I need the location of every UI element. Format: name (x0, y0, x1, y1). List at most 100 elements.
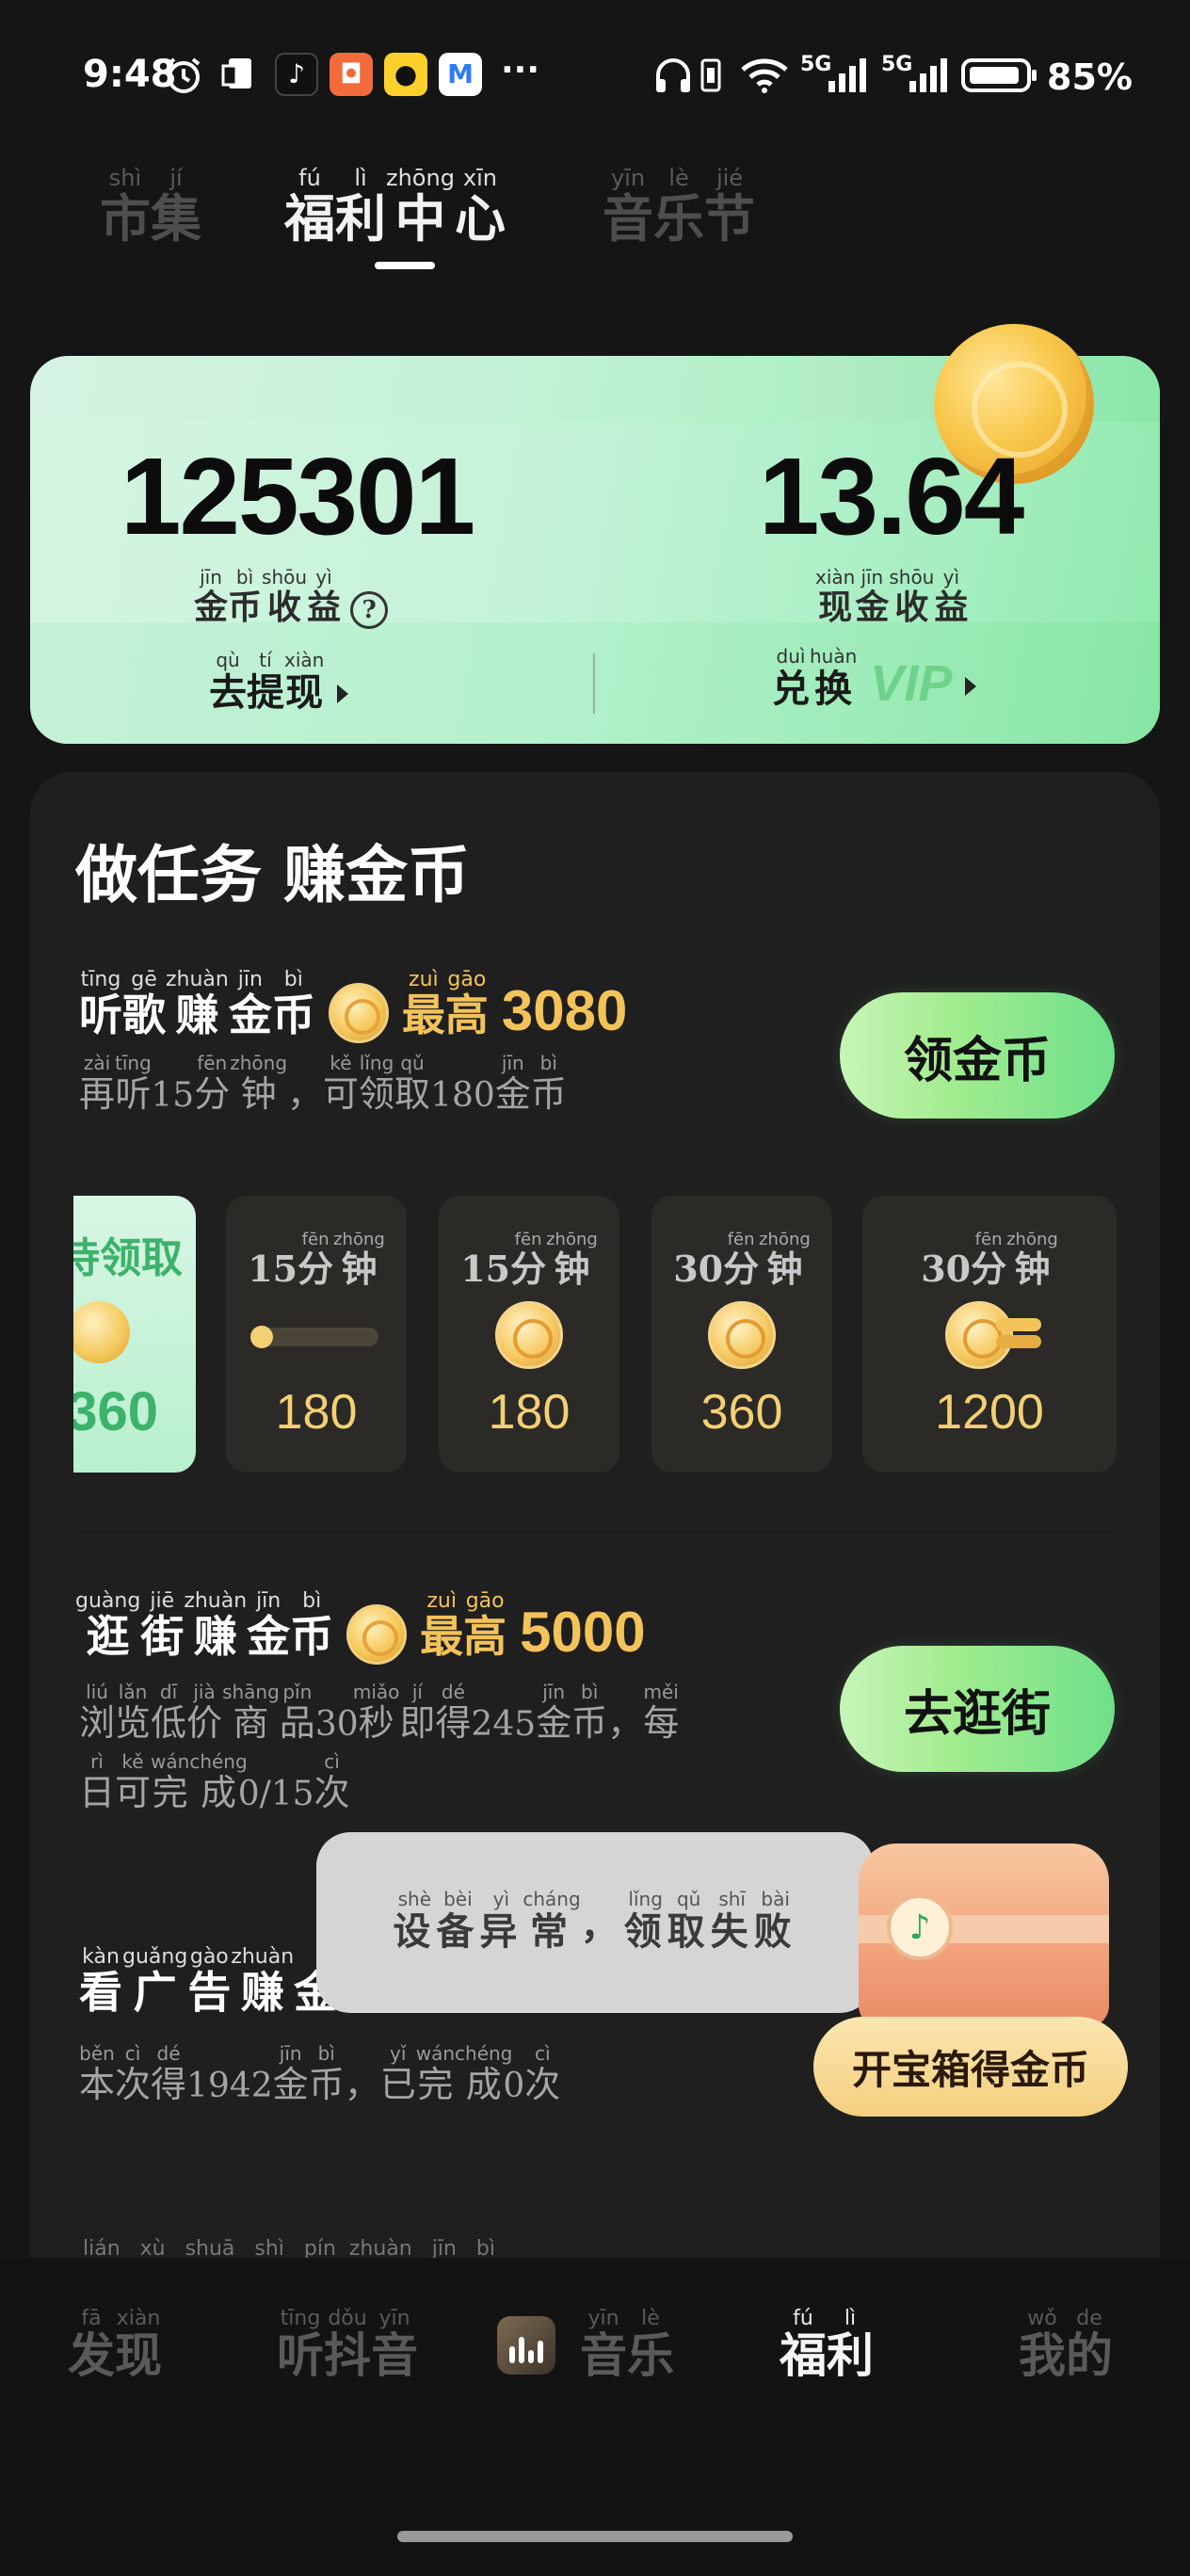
treasure-chest-icon[interactable]: ♪ (859, 1843, 1109, 2028)
exchange-vip-link[interactable]: 兑duì换huàn VIP (772, 645, 977, 713)
desc-char: 次cì (115, 2042, 152, 2105)
help-icon[interactable]: ? (350, 591, 389, 629)
desc-number: 0/15 (237, 1775, 314, 1813)
desc-char: 钟zhōng (230, 1052, 288, 1115)
desc-char: 览lǎn (115, 1681, 152, 1744)
desc-char: 成chéng (189, 1750, 248, 1813)
coin-icon (346, 1604, 408, 1665)
douyin-app-icon: ♪ (275, 53, 318, 96)
desc-char: 完wán (415, 2042, 456, 2105)
desc-number: 180 (430, 1076, 495, 1115)
signal-icon (815, 55, 872, 96)
battery-icon (960, 55, 1039, 96)
task-shop-title: 逛guàng街jiē赚zhuàn金jīn币bì (75, 1589, 334, 1662)
mail-app-icon: M (439, 53, 482, 96)
desc-char: 金jīn (494, 1052, 531, 1115)
desc-char: 品pǐn (279, 1681, 315, 1744)
nav-discover[interactable]: 发fā现xiàn (68, 2307, 162, 2386)
max-reward-value: 5000 (520, 1601, 646, 1664)
coin-earnings-value: 125301 (121, 435, 475, 557)
cash-earnings-label: 现xiàn金jīn收shōu益yì (815, 566, 969, 627)
nav-music[interactable]: 音yīn乐lè (580, 2307, 674, 2386)
desc-char: 可kě (115, 1750, 152, 1813)
desc-char: 可kě (323, 1052, 360, 1115)
nav-listen-douyin[interactable]: 听tīng抖dǒu音yīn (277, 2307, 418, 2386)
coin-stack-icon (996, 1318, 1041, 1331)
desc-char: 次cì (524, 2042, 561, 2105)
coin-stack-icon (996, 1335, 1041, 1348)
desc-char: 币bì (571, 1681, 608, 1744)
sim-icon (218, 55, 262, 96)
desc-char: 金jīn (272, 2042, 309, 2105)
desc-char: 即jí (399, 1681, 436, 1744)
max-label: 最zuì高gāo (401, 968, 489, 1040)
desc-char: 次cì (314, 1750, 350, 1813)
task-shop-description-line1: 浏liú览lǎn低dī价jià商shāng品pǐn30秒miǎo即jí得dé24… (79, 1681, 679, 1760)
wifi-icon (738, 55, 791, 96)
desc-char: 再zài (79, 1052, 116, 1115)
gift-app-icon: ◘ (330, 53, 373, 96)
reward-tile-value: 1200 (935, 1385, 1044, 1440)
claim-coins-button[interactable]: 领金币 (840, 992, 1115, 1119)
desc-char: ， (607, 1702, 644, 1744)
desc-char: 领lǐng (359, 1052, 395, 1115)
max-label: 最zuì高gāo (420, 1589, 507, 1662)
pending-claim-tile[interactable]: 待领取 360 (73, 1196, 196, 1473)
desc-char: 本běn (79, 2042, 116, 2105)
desc-number: 15 (151, 1076, 195, 1115)
more-notifications-icon: ··· (501, 51, 540, 89)
go-shopping-button[interactable]: 去逛街 (840, 1646, 1115, 1772)
tasks-title: 做任务 赚金币 (75, 839, 470, 911)
error-toast: 设shè 备bèi 异yì 常cháng，领lǐng 取qǔ 失shī 败bài (316, 1832, 874, 2013)
desc-number: 30 (314, 1705, 359, 1744)
alarm-icon (162, 55, 205, 96)
desc-char: 币bì (530, 1052, 567, 1115)
reward-tile[interactable]: 15分fēn钟zhōng 180 (439, 1196, 619, 1473)
coin-icon (495, 1301, 563, 1369)
pending-claim-value: 360 (73, 1381, 158, 1442)
status-bar: 9:48 ♪ ◘ ● M ··· 5G 5G 85% (0, 0, 1190, 151)
max-reward-value: 3080 (501, 979, 628, 1042)
reward-tile-value: 180 (488, 1385, 571, 1440)
desc-number: 0 (503, 2067, 525, 2105)
desc-char: 得dé (151, 2042, 187, 2105)
task-shop-header: 逛guàng街jiē赚zhuàn金jīn币bì 最zuì高gāo 5000 (75, 1589, 646, 1665)
desc-char: 低dī (151, 1681, 187, 1744)
headphones-icon (651, 55, 695, 96)
music-note-icon: ♪ (887, 1894, 953, 1960)
desc-char: 取qǔ (394, 1052, 431, 1115)
nav-welfare[interactable]: 福fú利lì (780, 2307, 874, 2386)
open-chest-button[interactable]: 开宝箱得金币 (813, 2017, 1128, 2117)
tab-welfare-center[interactable]: 福fú利lì中zhōng心xīn (284, 165, 506, 251)
desc-char: 金jīn (536, 1681, 572, 1744)
tab-market[interactable]: 市shì集jí (100, 165, 201, 251)
tab-music-festival[interactable]: 音yīn乐lè节jié (603, 165, 755, 251)
reward-tile[interactable]: 15分fēn钟zhōng 180 (226, 1196, 407, 1473)
desc-char: 完wán (151, 1750, 190, 1813)
desc-char: 币bì (308, 2042, 345, 2105)
reward-tile-value: 180 (275, 1385, 358, 1440)
divider (73, 1535, 1117, 1537)
triangle-right-icon (965, 677, 977, 696)
desc-char: 秒miǎo (352, 1681, 400, 1744)
home-indicator[interactable] (397, 2531, 793, 2542)
pending-claim-label: 待领取 (73, 1234, 183, 1282)
reward-tile[interactable]: 30分fēn钟zhōng 360 (651, 1196, 832, 1473)
vip-label: VIP (870, 655, 953, 712)
desc-number: 1942 (186, 2067, 273, 2105)
withdraw-link[interactable]: 去qù提tí现xiàn (209, 649, 349, 716)
cash-earnings-value: 13.64 (759, 435, 1024, 557)
divider (73, 2175, 1117, 2177)
nav-me[interactable]: 我wǒ的de (1019, 2307, 1113, 2386)
music-bars-icon[interactable] (497, 2316, 555, 2375)
desc-char: 得dé (435, 1681, 472, 1744)
reward-tile[interactable]: 30分fēn钟zhōng 1200 (862, 1196, 1117, 1473)
battery-percent: 85% (1047, 56, 1133, 98)
reward-tile-value: 360 (700, 1385, 783, 1440)
active-tab-indicator (375, 262, 435, 269)
desc-number: 245 (471, 1705, 537, 1744)
task-shop-description-line2: 日rì可kě完wán成chéng0/15次cì (79, 1750, 350, 1829)
listen-progress-bar (250, 1326, 378, 1348)
coin-icon (73, 1301, 130, 1363)
desc-char: 日rì (79, 1750, 116, 1813)
